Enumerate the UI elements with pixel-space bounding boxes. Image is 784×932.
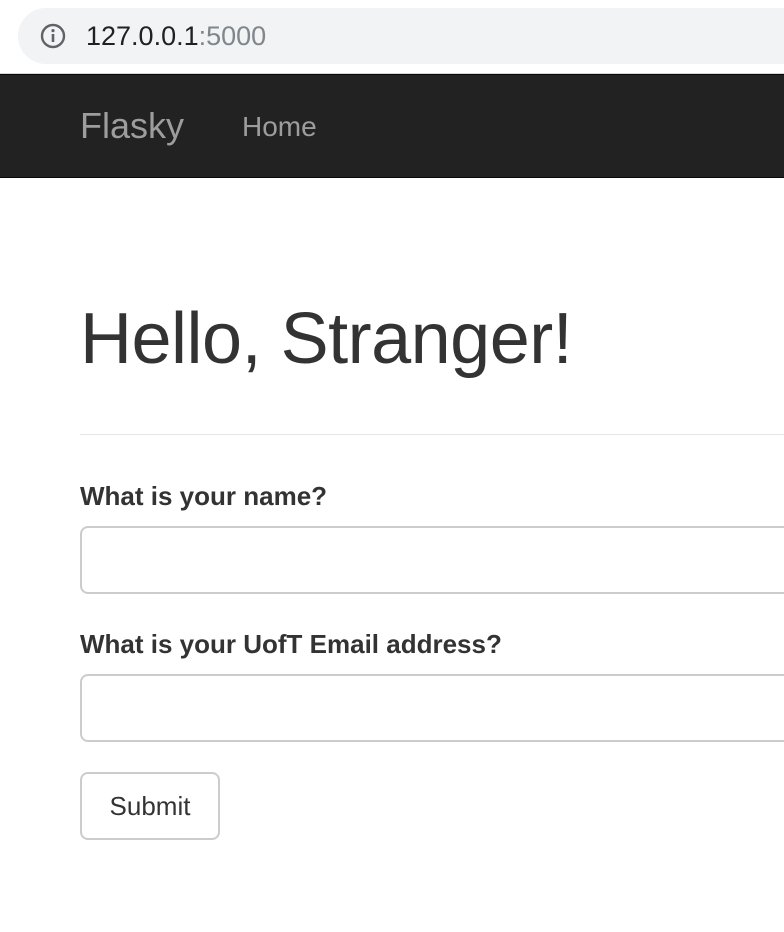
nav-link-home[interactable]: Home bbox=[242, 109, 317, 145]
submit-button[interactable]: Submit bbox=[80, 772, 220, 840]
navbar-brand-link[interactable]: Flasky bbox=[80, 104, 184, 148]
page-title: Hello, Stranger! bbox=[80, 299, 573, 379]
url-host: 127.0.0.1 bbox=[86, 21, 199, 51]
url-text[interactable]: 127.0.0.1:5000 bbox=[86, 20, 266, 52]
header-divider bbox=[80, 434, 784, 435]
email-field-label: What is your UofT Email address? bbox=[80, 629, 502, 659]
browser-toolbar: 127.0.0.1:5000 bbox=[0, 0, 784, 74]
email-input[interactable] bbox=[80, 674, 784, 742]
navbar: Flasky Home bbox=[0, 74, 784, 178]
address-bar[interactable]: 127.0.0.1:5000 bbox=[18, 8, 784, 64]
info-icon[interactable] bbox=[40, 23, 66, 49]
name-field-label: What is your name? bbox=[80, 481, 328, 511]
name-input[interactable] bbox=[80, 526, 784, 594]
url-port: :5000 bbox=[198, 21, 267, 51]
